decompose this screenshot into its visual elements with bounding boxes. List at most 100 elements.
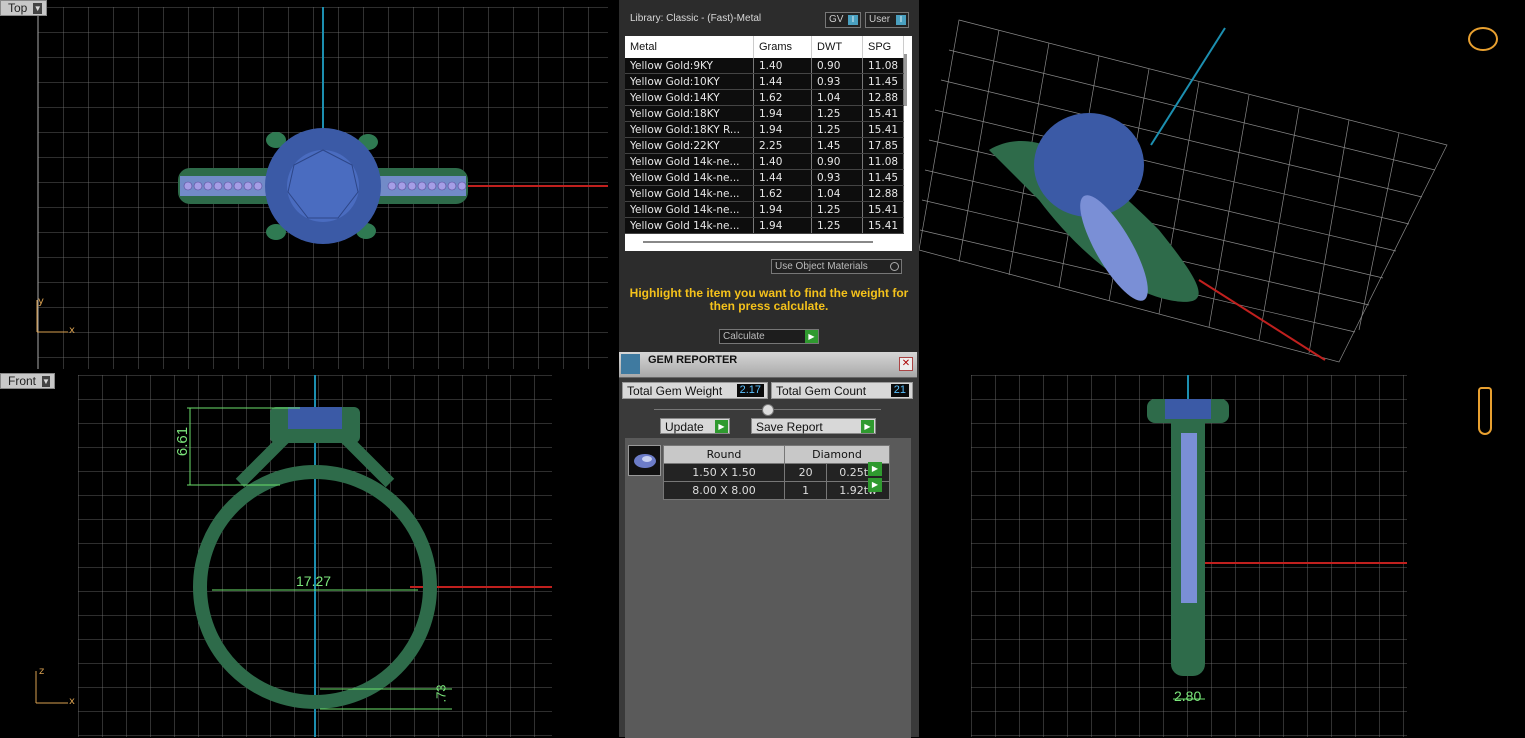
table-row[interactable]: Yellow Gold 14k-ne... 1.94 1.25 15.41 (625, 217, 905, 234)
gem-list: Round Diamond 1.50 X 1.50 20 0.25tw 8.00… (625, 438, 911, 738)
pin-icon[interactable] (1478, 387, 1492, 435)
play-icon: ▶ (861, 420, 874, 433)
grams: 2.25 (753, 137, 812, 154)
col-grams[interactable]: Grams (753, 36, 812, 58)
table-row[interactable]: Yellow Gold 14k-ne... 1.40 0.90 11.08 (625, 153, 905, 170)
top-viewport[interactable]: y x Top ▼ (0, 0, 619, 371)
update-button[interactable]: Update ▶ (660, 418, 730, 434)
grams: 1.62 (753, 89, 812, 106)
select-row-button[interactable]: ▶ (868, 462, 882, 476)
vertical-scrollbar[interactable] (904, 54, 907, 106)
total-gem-count: Total Gem Count 21 (771, 382, 913, 399)
dwt: 0.90 (811, 153, 863, 170)
top-axis-x-label: x (69, 325, 75, 336)
perspective-viewport[interactable] (919, 0, 1525, 371)
perspective-grid (919, 19, 1448, 363)
gem-reporter-body: Total Gem Weight 2.17 Total Gem Count 21… (619, 378, 917, 738)
calculate-hint: Highlight the item you want to find the … (629, 286, 909, 313)
gv-toggle-label: GV (829, 14, 844, 25)
metal-table-header: Metal Grams DWT SPG (625, 36, 905, 58)
front-view-label-text: Front (8, 374, 37, 388)
gem-reporter-icon (621, 354, 640, 374)
dwt: 0.93 (811, 73, 863, 90)
gem-count: 1 (783, 481, 828, 500)
front-axis-z-label: z (39, 666, 45, 677)
front-viewport[interactable]: 6.61 17.27 .73 z x Front ▼ (0, 373, 619, 737)
col-spg[interactable]: SPG (862, 36, 905, 58)
front-view-label[interactable]: Front ▼ (0, 373, 55, 389)
table-row[interactable]: Yellow Gold 14k-ne... 1.44 0.93 11.45 (625, 169, 905, 186)
spg: 11.08 (862, 153, 905, 170)
play-icon: ▶ (805, 330, 818, 343)
gem-count: 20 (783, 463, 828, 482)
play-icon: ▶ (715, 420, 728, 433)
metal-library: Library: Classic - (Fast)-Metal GV I Use… (619, 0, 919, 352)
spg: 17.85 (862, 137, 905, 154)
gem-reporter-titlebar: GEM REPORTER ✕ (619, 352, 917, 378)
spg: 15.41 (862, 201, 905, 218)
spg: 11.45 (862, 73, 905, 90)
metal-name: Yellow Gold:9KY (625, 58, 754, 74)
gem-table-header: Round Diamond (663, 445, 890, 464)
metal-name: Yellow Gold:18KY R... (625, 121, 754, 138)
grams: 1.62 (753, 185, 812, 202)
dwt: 1.04 (811, 185, 863, 202)
spg: 15.41 (862, 217, 905, 234)
table-row[interactable]: Yellow Gold 14k-ne... 1.62 1.04 12.88 (625, 185, 905, 202)
orbit-ring-icon[interactable] (1468, 27, 1498, 51)
top-view-label[interactable]: Top ▼ (0, 0, 47, 16)
calculate-label: Calculate (723, 331, 765, 342)
chevron-down-icon[interactable]: ▼ (33, 2, 42, 14)
side-panel: Library: Classic - (Fast)-Metal GV I Use… (619, 0, 919, 738)
gv-toggle[interactable]: GV I (825, 12, 861, 28)
grams: 1.94 (753, 217, 812, 234)
total-gem-weight-value: 2.17 (736, 384, 764, 397)
front-grid (35, 375, 552, 737)
table-row[interactable]: Yellow Gold:22KY 2.25 1.45 17.85 (625, 137, 905, 154)
select-row-button[interactable]: ▶ (868, 478, 882, 492)
use-object-materials-toggle[interactable]: Use Object Materials (771, 259, 902, 274)
chevron-down-icon[interactable]: ▼ (42, 375, 50, 387)
total-gem-weight: Total Gem Weight 2.17 (622, 382, 768, 399)
calculate-button[interactable]: Calculate ▶ (719, 329, 819, 344)
spg: 12.88 (862, 185, 905, 202)
radio-icon (890, 262, 899, 271)
spg: 15.41 (862, 105, 905, 122)
update-label: Update (665, 420, 704, 434)
table-row[interactable]: 1.50 X 1.50 20 0.25tw (663, 463, 890, 482)
table-row[interactable]: Yellow Gold:9KY 1.40 0.90 11.08 (625, 58, 905, 74)
save-report-button[interactable]: Save Report ▶ (751, 418, 876, 434)
table-row[interactable]: Yellow Gold:18KY R... 1.94 1.25 15.41 (625, 121, 905, 138)
metal-name: Yellow Gold 14k-ne... (625, 169, 754, 186)
col-dwt[interactable]: DWT (811, 36, 863, 58)
user-toggle[interactable]: User I (865, 12, 909, 28)
user-toggle-label: User (869, 14, 891, 25)
gem-size: 8.00 X 8.00 (663, 481, 785, 500)
dim-height-label: 6.61 (174, 426, 192, 457)
gem-shape-header: Round (663, 445, 785, 464)
table-row[interactable]: Yellow Gold 14k-ne... 1.94 1.25 15.41 (625, 201, 905, 218)
metal-name: Yellow Gold:18KY (625, 105, 754, 122)
dwt: 1.45 (811, 137, 863, 154)
total-gem-count-value: 21 (890, 384, 909, 397)
right-viewport[interactable]: 2.80 (919, 373, 1525, 737)
close-icon[interactable]: ✕ (899, 357, 913, 371)
gem-size: 1.50 X 1.50 (663, 463, 785, 482)
dwt: 0.90 (811, 58, 863, 74)
metal-table[interactable]: Metal Grams DWT SPG Yellow Gold:9KY 1.40 0… (625, 36, 912, 251)
dwt: 0.93 (811, 169, 863, 186)
top-grid (36, 7, 608, 369)
collapse-handle[interactable] (762, 404, 774, 416)
gem-type-header: Diamond (784, 445, 890, 464)
grams: 1.40 (753, 58, 812, 74)
table-row[interactable]: Yellow Gold:14KY 1.62 1.04 12.88 (625, 89, 905, 106)
right-grid (971, 375, 1407, 737)
table-row[interactable]: 8.00 X 8.00 1 1.92tw (663, 481, 890, 500)
round-gem-icon (628, 445, 661, 476)
col-metal[interactable]: Metal (625, 36, 754, 58)
table-row[interactable]: Yellow Gold:10KY 1.44 0.93 11.45 (625, 73, 905, 90)
grams: 1.94 (753, 201, 812, 218)
table-row[interactable]: Yellow Gold:18KY 1.94 1.25 15.41 (625, 105, 905, 122)
spg: 11.45 (862, 169, 905, 186)
horizontal-scrollbar[interactable] (643, 241, 873, 243)
